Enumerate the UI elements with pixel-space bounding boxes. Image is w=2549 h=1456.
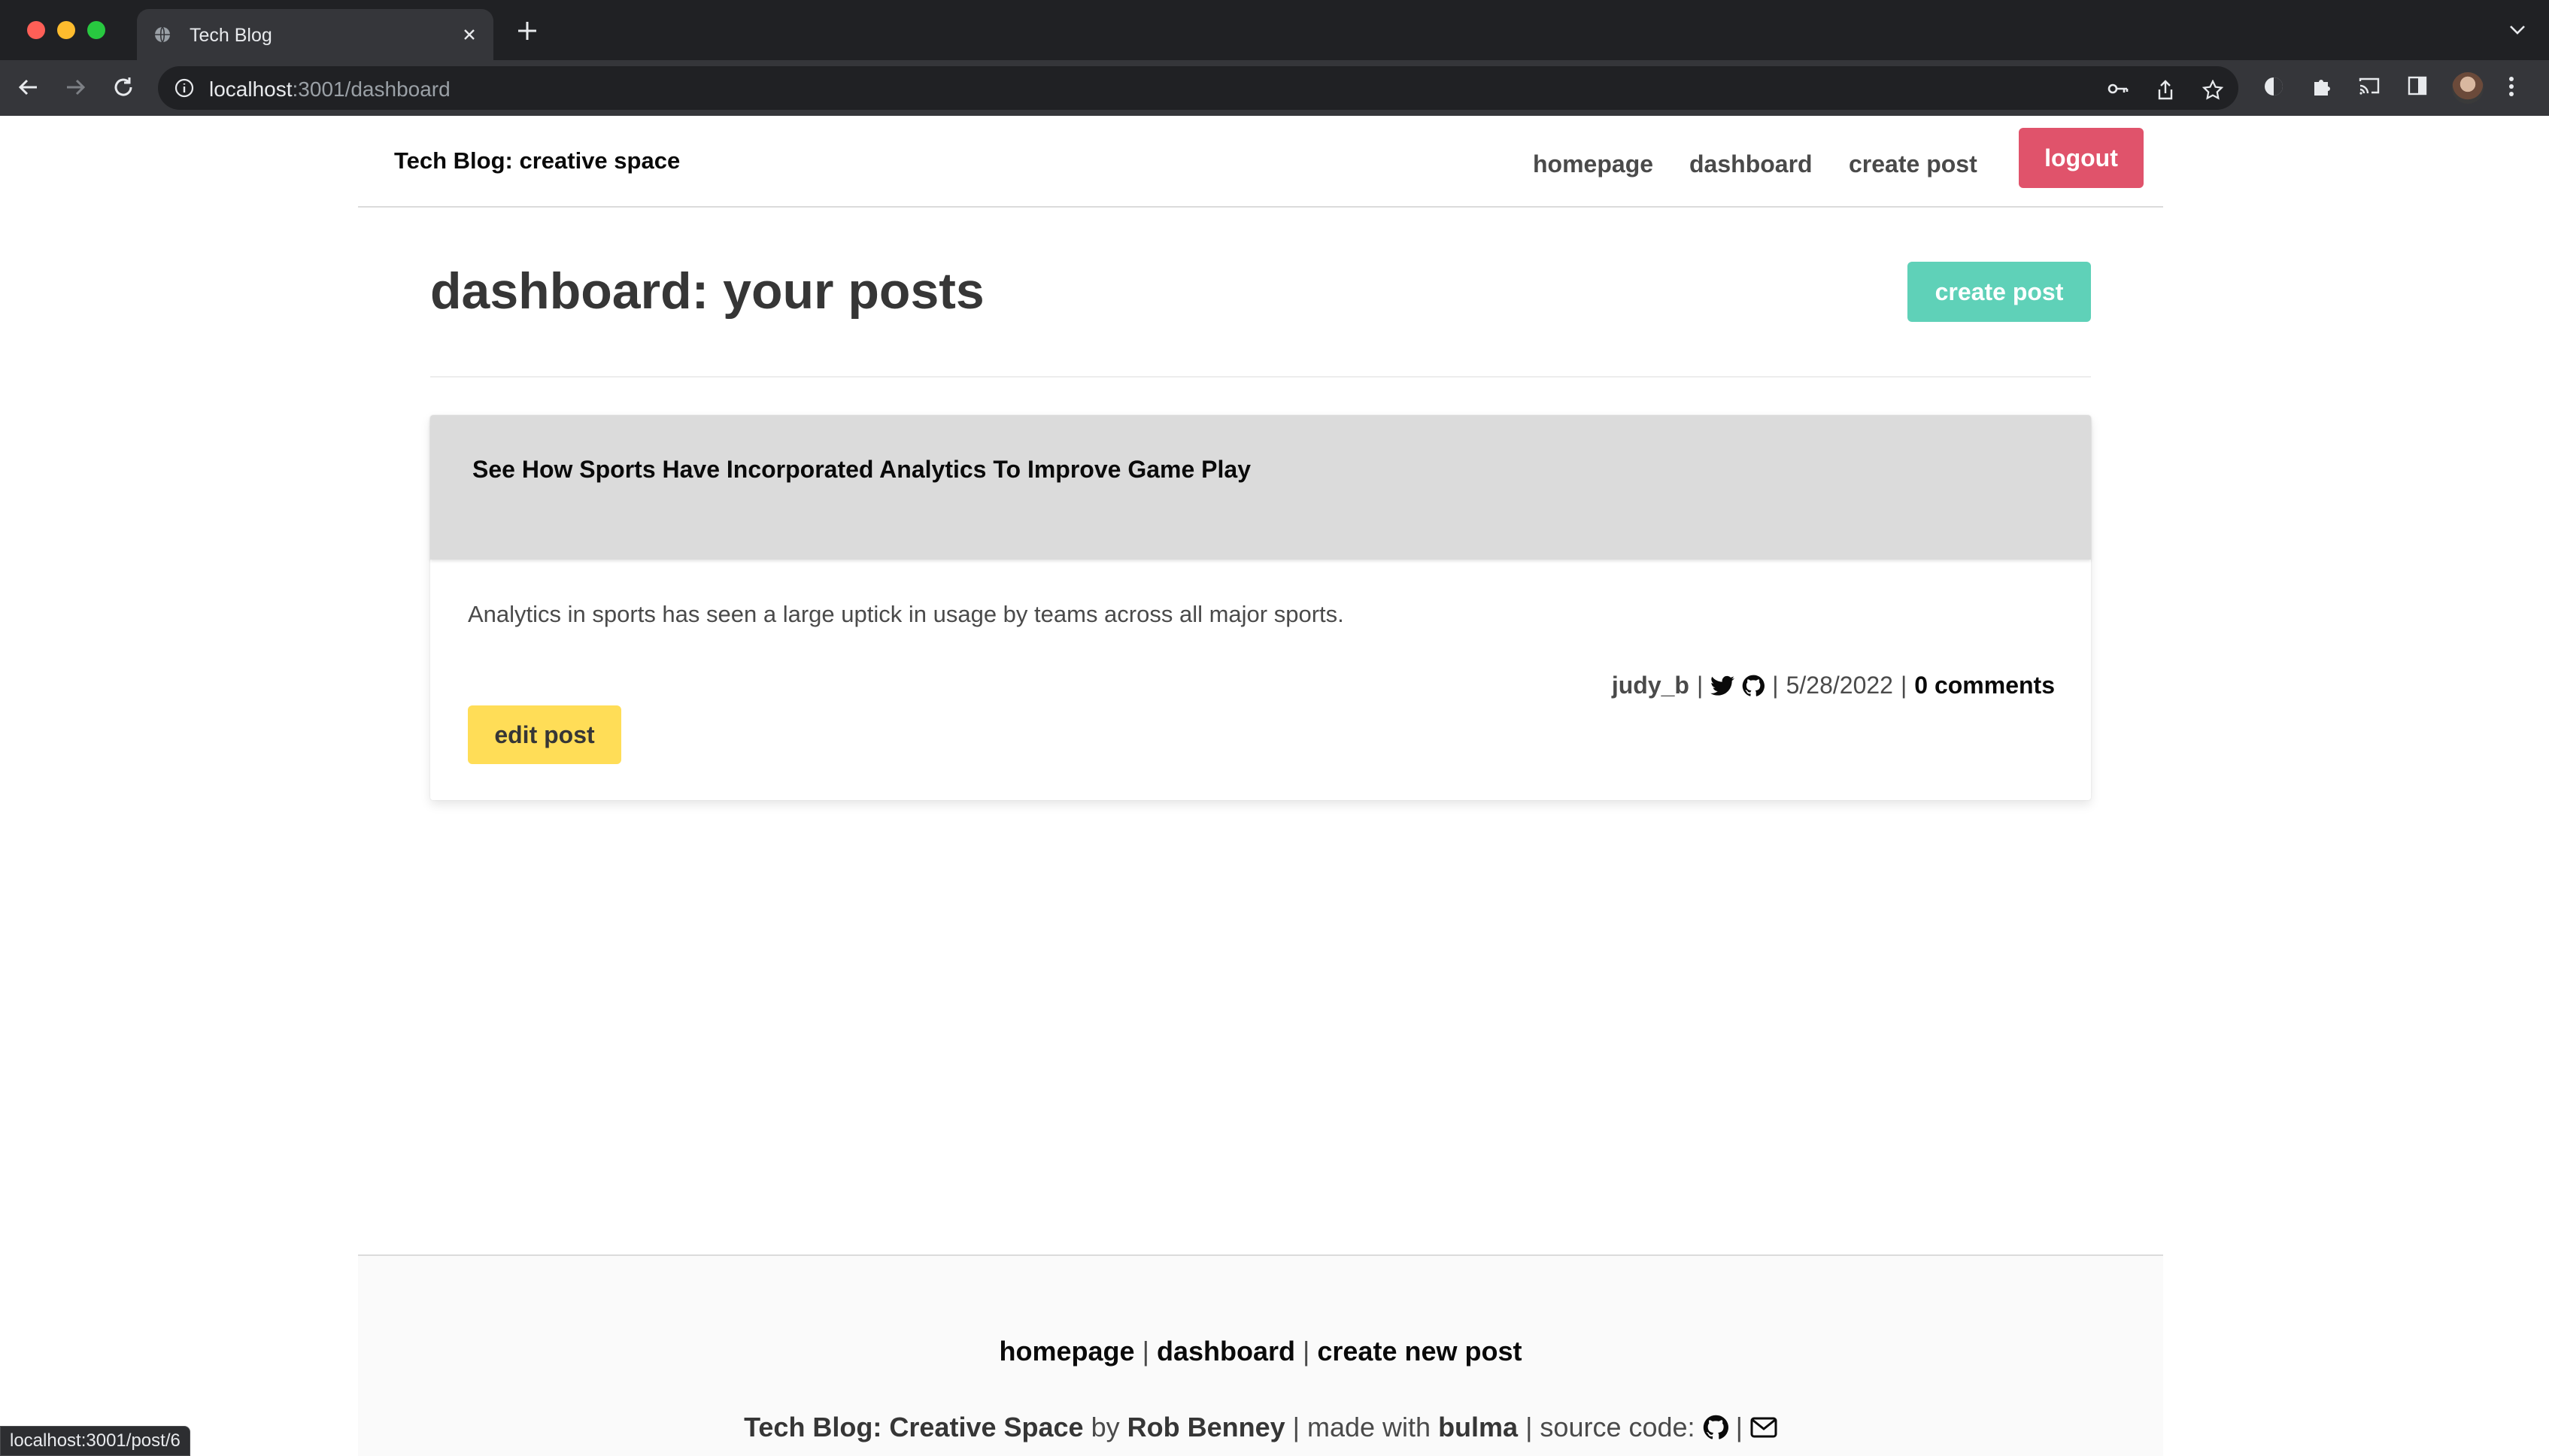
footer-bulma-link[interactable]: bulma [1438,1412,1518,1443]
extension-circle-icon[interactable] [2262,75,2285,98]
profile-avatar[interactable] [2452,72,2484,104]
nav-link-dashboard[interactable]: dashboard [1689,150,1813,178]
url-path: :3001/dashboard [292,77,451,101]
url-text[interactable]: localhost:3001/dashboard [209,77,451,102]
cast-icon[interactable] [2357,75,2381,96]
footer-separator: | [1142,1336,1149,1367]
post-card: See How Sports Have Incorporated Analyti… [430,415,2091,800]
page-viewport: Tech Blog: creative space homepage dashb… [0,116,2549,1456]
divider [430,376,2091,378]
window-minimize-button[interactable] [57,21,75,39]
tab-title: Tech Blog [190,25,272,46]
back-arrow-icon[interactable] [17,75,41,99]
info-icon[interactable] [174,78,194,98]
key-icon[interactable] [2107,80,2129,98]
footer-site-name: Tech Blog: Creative Space [744,1412,1084,1442]
post-author[interactable]: judy_b [1612,672,1689,699]
footer-links: homepage | dashboard | create new post [358,1336,2163,1367]
site-brand-link[interactable]: Tech Blog: creative space [394,147,680,174]
post-comments-link[interactable]: 0 comments [1914,672,2055,699]
footer-separator: | [1303,1336,1310,1367]
nav-link-create-post[interactable]: create post [1849,150,1977,178]
footer-credits: Tech Blog: Creative Space by Rob Benney … [358,1412,2163,1443]
post-date: 5/28/2022 [1786,672,1893,699]
create-post-button[interactable]: create post [1907,262,2091,322]
link-status-bubble: localhost:3001/post/6 [0,1426,190,1456]
footer-made-with: | made with [1292,1412,1431,1442]
page-container: Tech Blog: creative space homepage dashb… [358,116,2163,1456]
footer-by: by [1091,1412,1120,1442]
share-icon[interactable] [2156,80,2175,101]
browser-tab-active[interactable]: Tech Blog [137,9,493,60]
window-maximize-button[interactable] [87,21,105,39]
side-panel-icon[interactable] [2407,75,2428,96]
envelope-icon[interactable] [1750,1417,1777,1438]
twitter-icon[interactable] [1710,675,1735,696]
page-title: dashboard: your posts [430,262,985,320]
site-footer: homepage | dashboard | create new post T… [358,1254,2163,1456]
footer-link-create-new-post[interactable]: create new post [1317,1336,1522,1367]
github-icon[interactable] [1703,1415,1728,1440]
post-card-header[interactable]: See How Sports Have Incorporated Analyti… [430,415,2091,560]
meta-separator: | [1696,672,1704,699]
nav-link-homepage[interactable]: homepage [1533,150,1653,178]
forward-arrow-icon[interactable] [63,75,87,99]
window-close-button[interactable] [27,21,45,39]
chevron-down-icon[interactable] [2508,24,2526,36]
post-excerpt: Analytics in sports has seen a large upt… [468,601,1344,627]
meta-separator: | [1772,672,1779,699]
browser-tab-bar: Tech Blog [0,0,2549,60]
kebab-menu-icon[interactable] [2507,75,2516,98]
footer-link-homepage[interactable]: homepage [1000,1336,1135,1367]
new-tab-plus-icon[interactable] [516,20,539,42]
close-icon[interactable] [460,26,478,44]
meta-separator: | [1900,672,1907,699]
footer-link-dashboard[interactable]: dashboard [1157,1336,1295,1367]
address-bar[interactable]: localhost:3001/dashboard [158,66,2238,110]
reload-icon[interactable] [111,75,135,99]
site-navbar: Tech Blog: creative space homepage dashb… [358,116,2163,208]
footer-source-code-label: | source code: [1525,1412,1695,1442]
browser-toolbar: localhost:3001/dashboard [0,60,2549,116]
footer-separator: | [1735,1412,1743,1442]
post-title[interactable]: See How Sports Have Incorporated Analyti… [472,451,1270,487]
post-meta: judy_b | | 5/28/2022 | 0 comments [1612,672,2055,699]
url-host: localhost [209,77,293,101]
footer-author-link[interactable]: Rob Benney [1127,1412,1285,1443]
star-icon[interactable] [2202,80,2223,101]
globe-icon [153,26,171,44]
github-icon[interactable] [1742,675,1765,697]
logout-button[interactable]: logout [2019,128,2144,188]
puzzle-piece-icon[interactable] [2311,75,2333,98]
edit-post-button[interactable]: edit post [468,705,621,764]
